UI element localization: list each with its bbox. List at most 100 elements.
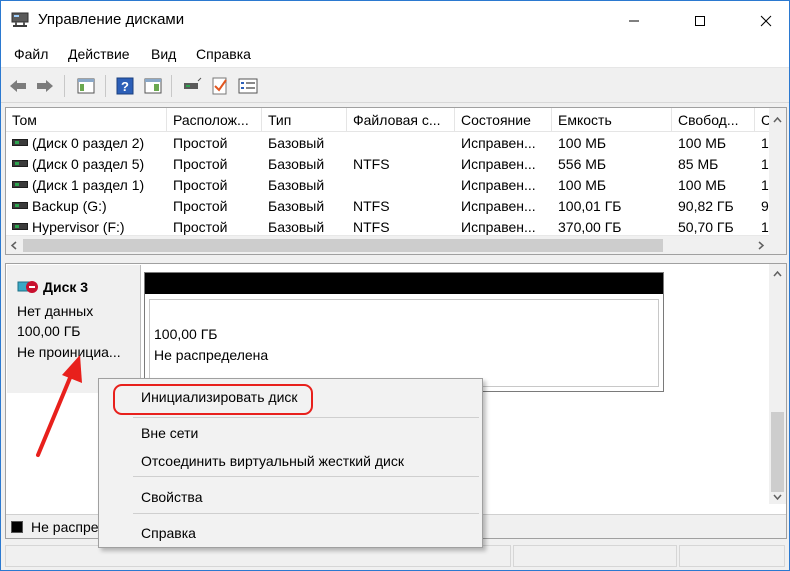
annotation-arrow <box>36 355 82 457</box>
menu-separator <box>133 417 479 418</box>
help-button[interactable]: ? <box>114 75 136 97</box>
close-icon <box>760 15 772 26</box>
cell-capacity: 100 МБ <box>558 135 607 151</box>
menu-action[interactable]: Действие <box>68 46 130 62</box>
toolbar: ? <box>1 69 789 103</box>
legend-unallocated-swatch <box>11 521 23 533</box>
scroll-right-icon[interactable] <box>752 236 769 255</box>
column-header-free-space[interactable]: Свобод... <box>672 108 755 132</box>
table-row[interactable]: (Диск 1 раздел 1) Простой Базовый Исправ… <box>6 175 786 196</box>
table-row[interactable]: Backup (G:) Простой Базовый NTFS Исправе… <box>6 196 786 217</box>
column-header-volume[interactable]: Том <box>6 108 167 132</box>
cell-status: Исправен... <box>461 198 536 214</box>
cell-type: Базовый <box>268 177 325 193</box>
cell-layout: Простой <box>173 135 228 151</box>
disk-title: Диск 3 <box>17 279 88 295</box>
cell-status: Исправен... <box>461 156 536 172</box>
cell-free-space: 90,82 ГБ <box>678 198 734 214</box>
cell-status: Исправен... <box>461 177 536 193</box>
column-header-capacity[interactable]: Емкость <box>552 108 672 132</box>
partition-body: 100,00 ГБ Не распределена <box>149 299 659 387</box>
table-row[interactable]: (Диск 0 раздел 5) Простой Базовый NTFS И… <box>6 154 786 175</box>
back-button[interactable] <box>7 75 29 97</box>
cell-volume: (Диск 0 раздел 2) <box>6 133 167 154</box>
column-header-layout[interactable]: Располож... <box>167 108 262 132</box>
context-menu: Инициализировать диск Вне сети Отсоедини… <box>98 378 483 548</box>
list-icon <box>238 78 258 94</box>
connect-icon <box>184 77 202 89</box>
drive-icon <box>12 159 28 167</box>
unallocated-partition[interactable]: 100,00 ГБ Не распределена <box>144 272 664 392</box>
properties-icon <box>144 78 162 94</box>
window-title: Управление дисками <box>38 11 185 28</box>
scroll-up-icon[interactable] <box>769 112 786 129</box>
menu-help[interactable]: Справка <box>196 46 251 62</box>
menu-separator <box>133 513 479 514</box>
vertical-scroll-thumb[interactable] <box>771 412 784 492</box>
column-header-status[interactable]: Состояние <box>455 108 552 132</box>
column-header-type[interactable]: Тип <box>262 108 347 132</box>
cell-capacity: 556 МБ <box>558 156 607 172</box>
menu-item-offline[interactable]: Вне сети <box>141 425 198 441</box>
cell-free-space: 100 МБ <box>678 177 727 193</box>
cell-filesystem: NTFS <box>353 198 390 214</box>
menu-file[interactable]: Файл <box>14 46 48 62</box>
forward-button[interactable] <box>34 75 56 97</box>
menu-item-detach-vhd[interactable]: Отсоединить виртуальный жесткий диск <box>141 453 404 469</box>
status-segment <box>679 545 785 567</box>
list-button[interactable] <box>237 75 259 97</box>
partition-size: 100,00 ГБ <box>154 326 218 342</box>
disk-management-app-icon <box>11 12 29 28</box>
legend-unallocated-label: Не распре <box>31 519 99 535</box>
title-bar: Управление дисками <box>1 1 789 40</box>
partition-color-bar <box>145 273 663 294</box>
volume-list-vertical-scrollbar[interactable] <box>769 108 786 236</box>
disk-view-vertical-scrollbar[interactable] <box>769 264 786 504</box>
svg-text:?: ? <box>121 79 129 94</box>
cell-status: Исправен... <box>461 135 536 151</box>
menu-item-properties[interactable]: Свойства <box>141 489 202 505</box>
check-button[interactable] <box>209 75 231 97</box>
disk-name: Диск 3 <box>43 279 89 295</box>
cell-free-space: 100 МБ <box>678 135 727 151</box>
menu-item-help[interactable]: Справка <box>141 525 196 541</box>
volume-list: Том Располож... Тип Файловая с... Состоя… <box>5 107 787 255</box>
cell-percent-free: 1 <box>761 135 769 151</box>
maximize-icon <box>695 15 705 26</box>
connect-button[interactable] <box>181 75 203 97</box>
column-header-filesystem[interactable]: Файловая с... <box>347 108 455 132</box>
cell-filesystem <box>347 175 455 196</box>
horizontal-scroll-thumb[interactable] <box>23 239 663 252</box>
cell-filesystem: NTFS <box>353 156 390 172</box>
toolbar-separator <box>171 75 172 97</box>
cell-volume: (Диск 1 раздел 1) <box>6 175 167 196</box>
properties-button[interactable] <box>142 75 164 97</box>
cell-free-space: 85 МБ <box>678 156 719 172</box>
cell-layout: Простой <box>173 198 228 214</box>
scroll-down-icon[interactable] <box>769 488 786 505</box>
menu-view[interactable]: Вид <box>151 46 176 62</box>
cell-type: Базовый <box>268 156 325 172</box>
cell-layout: Простой <box>173 177 228 193</box>
drive-icon <box>12 222 28 230</box>
cell-percent-free: 9 <box>761 198 769 214</box>
cell-percent-free: 1 <box>761 156 769 172</box>
console-tree-icon <box>77 78 95 94</box>
maximize-button[interactable] <box>677 1 723 40</box>
back-icon <box>10 80 26 92</box>
help-icon: ? <box>116 77 134 95</box>
console-tree-button[interactable] <box>75 75 97 97</box>
status-segment <box>5 545 511 567</box>
cell-capacity: 100,01 ГБ <box>558 198 622 214</box>
cell-percent-free: 1 <box>761 177 769 193</box>
volume-list-horizontal-scrollbar[interactable] <box>6 235 769 254</box>
minimize-button[interactable] <box>611 1 657 40</box>
drive-icon <box>12 180 28 188</box>
scroll-up-icon[interactable] <box>769 266 786 283</box>
menu-item-initialize-disk[interactable]: Инициализировать диск <box>141 389 298 405</box>
cell-type: Базовый <box>268 198 325 214</box>
table-row[interactable]: (Диск 0 раздел 2) Простой Базовый Исправ… <box>6 133 786 154</box>
forward-icon <box>37 80 53 92</box>
scroll-left-icon[interactable] <box>6 236 23 255</box>
close-button[interactable] <box>743 1 789 40</box>
